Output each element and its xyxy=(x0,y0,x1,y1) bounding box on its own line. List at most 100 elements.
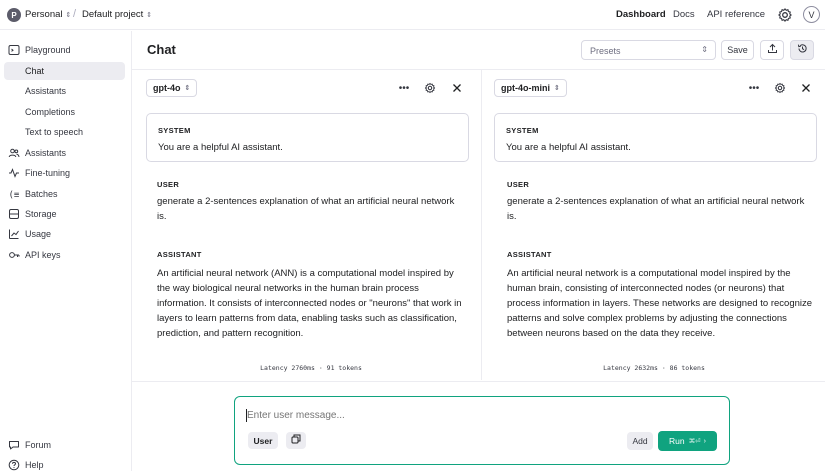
sidebar-item-label: API keys xyxy=(25,250,61,260)
sidebar-item-api-keys[interactable]: API keys xyxy=(0,246,126,264)
settings-gear-icon[interactable] xyxy=(777,7,793,23)
nav-docs[interactable]: Docs xyxy=(673,9,695,20)
assistant-message-text[interactable]: An artificial neural network (ANN) is a … xyxy=(157,266,467,341)
page-title: Chat xyxy=(147,42,176,57)
model-select[interactable]: gpt-4o-mini ⇕ xyxy=(494,79,567,97)
system-label: SYSTEM xyxy=(158,126,191,135)
sidebar-item-label: Completions xyxy=(25,107,76,117)
run-button-label: Run xyxy=(669,436,685,446)
latency-stats: Latency 2632ms · 86 tokens xyxy=(603,364,705,372)
key-icon xyxy=(8,249,20,261)
close-icon[interactable] xyxy=(450,81,464,95)
run-shortcut: ⌘⏎ xyxy=(688,438,701,445)
user-message-input[interactable] xyxy=(247,410,707,421)
sidebar-item-text-to-speech[interactable]: Text to speech xyxy=(0,123,126,141)
sidebar-item-label: Text to speech xyxy=(25,127,84,137)
chevron-updown-icon: ⇕ xyxy=(701,45,708,54)
user-role-label: USER xyxy=(507,180,530,189)
sidebar-item-label: Assistants xyxy=(25,86,67,96)
latency-stats: Latency 2760ms · 91 tokens xyxy=(260,364,362,372)
assistants-icon xyxy=(8,147,20,159)
system-message-text[interactable]: You are a helpful AI assistant. xyxy=(158,142,283,153)
sidebar-item-chat[interactable]: Chat xyxy=(4,62,125,80)
sidebar-item-label: Batches xyxy=(25,189,58,199)
history-icon xyxy=(797,43,808,57)
assistant-role-label: ASSISTANT xyxy=(157,250,202,259)
nav-api-reference[interactable]: API reference xyxy=(707,9,765,20)
history-button[interactable] xyxy=(790,40,814,60)
arrow-right-icon: › xyxy=(703,437,706,445)
more-options-icon[interactable]: ••• xyxy=(397,81,411,95)
terminal-icon xyxy=(8,44,20,56)
sidebar-item-label: Playground xyxy=(25,45,71,55)
copy-icon xyxy=(291,434,301,447)
assistant-role-label: ASSISTANT xyxy=(507,250,552,259)
presets-select[interactable]: Presets ⇕ xyxy=(581,40,716,60)
org-name: Personal xyxy=(25,9,63,20)
project-name: Default project xyxy=(82,9,144,20)
share-button[interactable] xyxy=(760,40,784,60)
sidebar-item-assistants-playground[interactable]: Assistants xyxy=(0,82,126,100)
sidebar-item-fine-tuning[interactable]: Fine-tuning xyxy=(0,164,126,182)
sidebar-item-label: Storage xyxy=(25,209,57,219)
system-label: SYSTEM xyxy=(506,126,539,135)
model-select[interactable]: gpt-4o ⇕ xyxy=(146,79,198,97)
sidebar-item-storage[interactable]: Storage xyxy=(0,205,126,223)
chevron-updown-icon: ⇕ xyxy=(184,85,191,92)
sidebar-item-usage[interactable]: Usage xyxy=(0,225,126,243)
user-avatar[interactable]: V xyxy=(803,6,820,23)
assistant-message-text[interactable]: An artificial neural network is a comput… xyxy=(507,266,819,341)
breadcrumb-separator: / xyxy=(73,8,77,20)
attach-button[interactable] xyxy=(286,432,306,449)
usage-icon xyxy=(8,228,20,240)
fine-tuning-icon xyxy=(8,167,20,179)
system-message-box[interactable]: SYSTEM You are a helpful AI assistant. xyxy=(494,113,817,162)
user-message-text[interactable]: generate a 2-sentences explanation of wh… xyxy=(157,195,457,224)
model-name: gpt-4o-mini xyxy=(501,83,550,93)
user-role-label: USER xyxy=(157,180,180,189)
upload-icon xyxy=(767,43,778,57)
sidebar-item-label: Usage xyxy=(25,229,52,239)
nav-dashboard[interactable]: Dashboard xyxy=(616,9,666,20)
chevron-updown-icon: ⇕ xyxy=(146,12,153,19)
org-avatar[interactable]: P xyxy=(7,8,21,22)
chevron-updown-icon: ⇕ xyxy=(65,12,72,19)
sidebar-item-playground[interactable]: Playground xyxy=(0,41,126,59)
role-toggle-button[interactable]: User xyxy=(248,432,278,449)
run-button[interactable]: Run ⌘⏎ › xyxy=(658,431,717,451)
chevron-updown-icon: ⇕ xyxy=(554,85,560,92)
sidebar-item-forum[interactable]: Forum xyxy=(0,436,126,454)
presets-placeholder: Presets xyxy=(590,46,621,56)
help-icon xyxy=(8,459,20,471)
sidebar: Playground Chat Assistants Completions T… xyxy=(0,31,132,471)
panel-settings-gear-icon[interactable] xyxy=(423,81,437,95)
project-switcher[interactable]: Default project ⇕ xyxy=(82,9,152,20)
panel-settings-gear-icon[interactable] xyxy=(773,81,787,95)
message-composer: User Add Run ⌘⏎ › xyxy=(234,396,730,465)
top-bar: P Personal ⇕ / Default project ⇕ Dashboard… xyxy=(0,0,825,30)
forum-icon xyxy=(8,439,20,451)
compare-panel-left: gpt-4o ⇕ ••• SYSTEM You are a helpful AI … xyxy=(140,70,482,380)
org-switcher[interactable]: Personal ⇕ xyxy=(25,9,71,20)
sidebar-item-label: Fine-tuning xyxy=(25,168,71,178)
add-message-button[interactable]: Add xyxy=(627,432,653,450)
sidebar-item-help[interactable]: Help xyxy=(0,456,126,471)
system-message-text[interactable]: You are a helpful AI assistant. xyxy=(506,142,631,153)
svg-text:(≡): (≡) xyxy=(9,191,21,201)
sidebar-item-label: Chat xyxy=(25,66,45,76)
sidebar-item-batches[interactable]: (≡) Batches xyxy=(0,185,126,203)
model-name: gpt-4o xyxy=(153,83,181,93)
sidebar-item-label: Assistants xyxy=(25,148,67,158)
compare-panel-right: gpt-4o-mini ⇕ ••• SYSTEM You are a helpfu… xyxy=(483,70,825,380)
system-message-box[interactable]: SYSTEM You are a helpful AI assistant. xyxy=(146,113,469,162)
storage-icon xyxy=(8,208,20,220)
close-icon[interactable] xyxy=(799,81,813,95)
more-options-icon[interactable]: ••• xyxy=(747,81,761,95)
user-message-text[interactable]: generate a 2-sentences explanation of wh… xyxy=(507,195,807,224)
save-button[interactable]: Save xyxy=(721,40,754,60)
sidebar-item-completions[interactable]: Completions xyxy=(0,103,126,121)
sidebar-item-assistants[interactable]: Assistants xyxy=(0,144,126,162)
sidebar-item-label: Forum xyxy=(25,440,52,450)
sidebar-item-label: Help xyxy=(25,460,44,470)
batches-icon: (≡) xyxy=(8,188,25,201)
